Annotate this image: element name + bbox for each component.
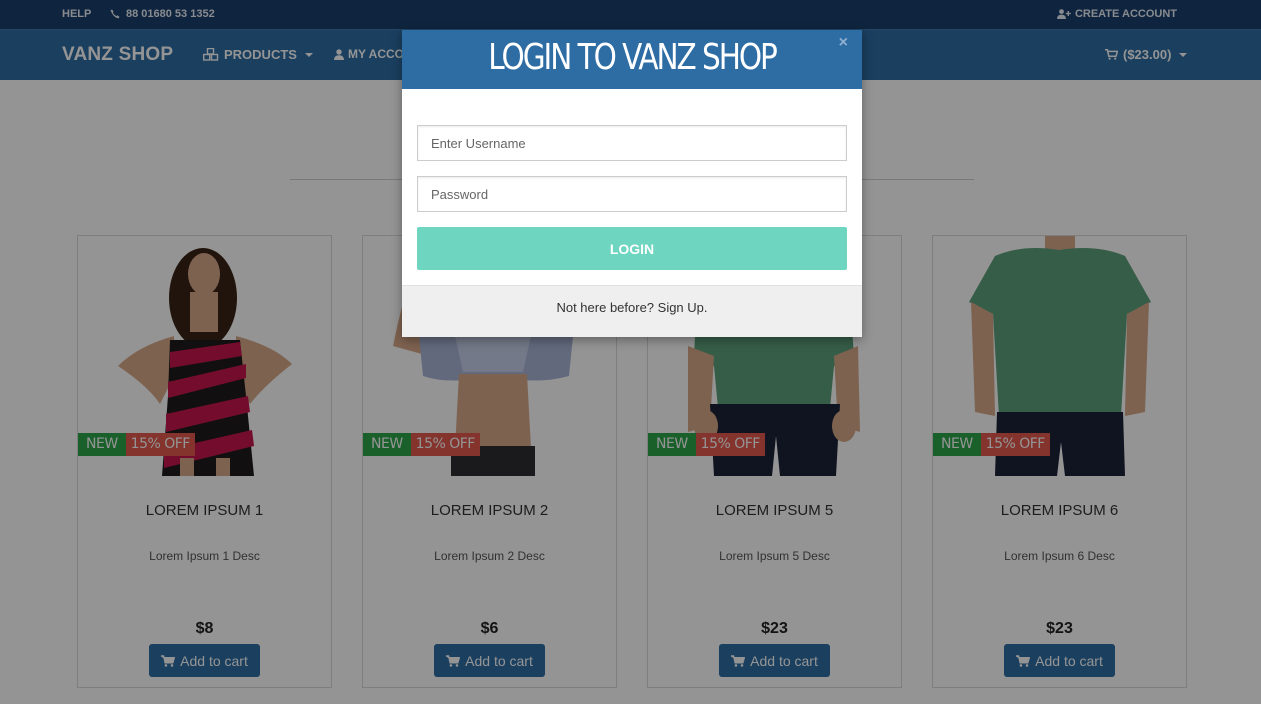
password-input[interactable] bbox=[417, 176, 847, 212]
close-icon[interactable]: × bbox=[839, 34, 848, 52]
modal-footer: Not here before? Sign Up. bbox=[402, 285, 862, 337]
login-modal: LOGIN TO VANZ SHOP × LOGIN Not here befo… bbox=[402, 30, 862, 337]
modal-header: LOGIN TO VANZ SHOP × bbox=[402, 30, 862, 89]
modal-title: LOGIN TO VANZ SHOP bbox=[488, 37, 778, 78]
login-button[interactable]: LOGIN bbox=[417, 227, 847, 270]
signup-link[interactable]: Not here before? Sign Up. bbox=[402, 300, 862, 315]
username-input[interactable] bbox=[417, 125, 847, 161]
